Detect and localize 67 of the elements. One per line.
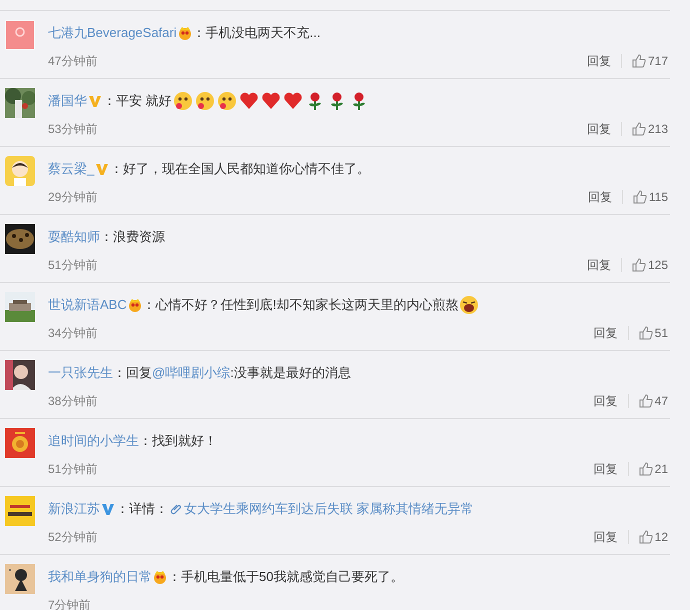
reply-link[interactable]: 回复 xyxy=(594,460,618,478)
crown-badge-icon xyxy=(128,298,142,312)
like-button[interactable]: 47 xyxy=(638,392,668,410)
verified-badge-icon xyxy=(95,162,110,176)
like-button[interactable]: 717 xyxy=(632,52,668,70)
like-button[interactable]: 21 xyxy=(638,460,668,478)
comment-time: 34分钟前 xyxy=(48,325,98,342)
comment-time: 29分钟前 xyxy=(48,189,98,206)
comment-text: ：平安 就好 xyxy=(103,92,172,110)
comment-time: 52分钟前 xyxy=(48,529,98,546)
mention-link[interactable]: @哔哩剧小综 xyxy=(152,363,230,383)
user-name[interactable]: 蔡云梁_ xyxy=(48,159,94,179)
comment-text: ：找到就好！ xyxy=(139,432,217,450)
like-button[interactable]: 51 xyxy=(638,324,668,342)
crying-emoji-icon xyxy=(459,295,480,315)
like-button[interactable]: 12 xyxy=(638,528,668,546)
comment-text: ：手机没电两天不充... xyxy=(192,24,320,42)
verified-badge-icon xyxy=(101,502,115,516)
user-name[interactable]: 耍酷知师 xyxy=(48,227,100,247)
like-button[interactable]: 125 xyxy=(632,256,668,274)
blushing-emoji-icon xyxy=(172,91,193,111)
comment-time: 38分钟前 xyxy=(48,393,98,410)
reply-link[interactable]: 回复 xyxy=(586,120,611,138)
blushing-emoji-icon xyxy=(194,91,215,111)
comment-time: 51分钟前 xyxy=(48,461,98,478)
reply-link[interactable]: 回复 xyxy=(586,256,611,274)
heart-icon xyxy=(238,91,259,111)
user-name[interactable]: 追时间的小学生 xyxy=(48,431,139,451)
user-name[interactable]: 世说新语ABC xyxy=(48,295,127,315)
thumbs-up-icon xyxy=(632,190,647,204)
web-link[interactable]: 女大学生乘网约车到达后失联 家属称其情绪无异常 xyxy=(184,499,474,519)
verified-badge-icon xyxy=(88,94,102,108)
reply-link[interactable]: 回复 xyxy=(594,324,618,342)
thumbs-up-icon xyxy=(638,462,653,476)
blushing-emoji-icon xyxy=(216,91,237,111)
reply-link[interactable]: 回复 xyxy=(586,52,611,70)
like-button[interactable]: 115 xyxy=(632,188,668,206)
comment-text: ：好了，现在全国人民都知道你心情不佳了。 xyxy=(110,160,370,178)
thumbs-up-icon xyxy=(632,122,646,136)
user-name[interactable]: 我和单身狗的日常 xyxy=(48,567,152,587)
reply-link[interactable]: 回复 xyxy=(594,392,618,410)
comment-text: :没事就是最好的消息 xyxy=(230,364,351,382)
thumbs-up-icon xyxy=(638,326,653,340)
like-button[interactable]: 213 xyxy=(632,120,668,138)
comment-time: 51分钟前 xyxy=(48,257,98,274)
reply-link[interactable]: 回复 xyxy=(594,528,618,546)
comment-text: ：心情不好？任性到底!却不知家长这两天里的内心煎熬 xyxy=(142,296,458,314)
thumbs-up-icon xyxy=(632,54,646,68)
user-name[interactable]: 一只张先生 xyxy=(48,363,113,383)
comment-text: ：浪费资源 xyxy=(100,228,165,246)
crown-badge-icon xyxy=(178,26,192,40)
comment-time: 47分钟前 xyxy=(48,53,98,70)
comment-time: 53分钟前 xyxy=(48,121,98,138)
heart-icon xyxy=(260,91,281,111)
comment-text: ：回复 xyxy=(113,364,152,382)
reply-link[interactable]: 回复 xyxy=(588,188,612,206)
heart-icon xyxy=(282,91,303,111)
link-icon xyxy=(169,502,183,516)
user-name[interactable]: 新浪江苏 xyxy=(48,499,100,519)
thumbs-up-icon xyxy=(638,394,653,408)
user-name[interactable]: 潘国华 xyxy=(48,91,87,111)
thumbs-up-icon xyxy=(632,258,646,272)
comment-text: ：手机电量低于50我就感觉自己要死了。 xyxy=(168,568,404,586)
thumbs-up-icon xyxy=(638,530,653,544)
user-name[interactable]: 七港九BeverageSafari xyxy=(48,23,177,43)
crown-badge-icon xyxy=(153,570,167,584)
comment-text: ：详情： xyxy=(116,500,168,518)
